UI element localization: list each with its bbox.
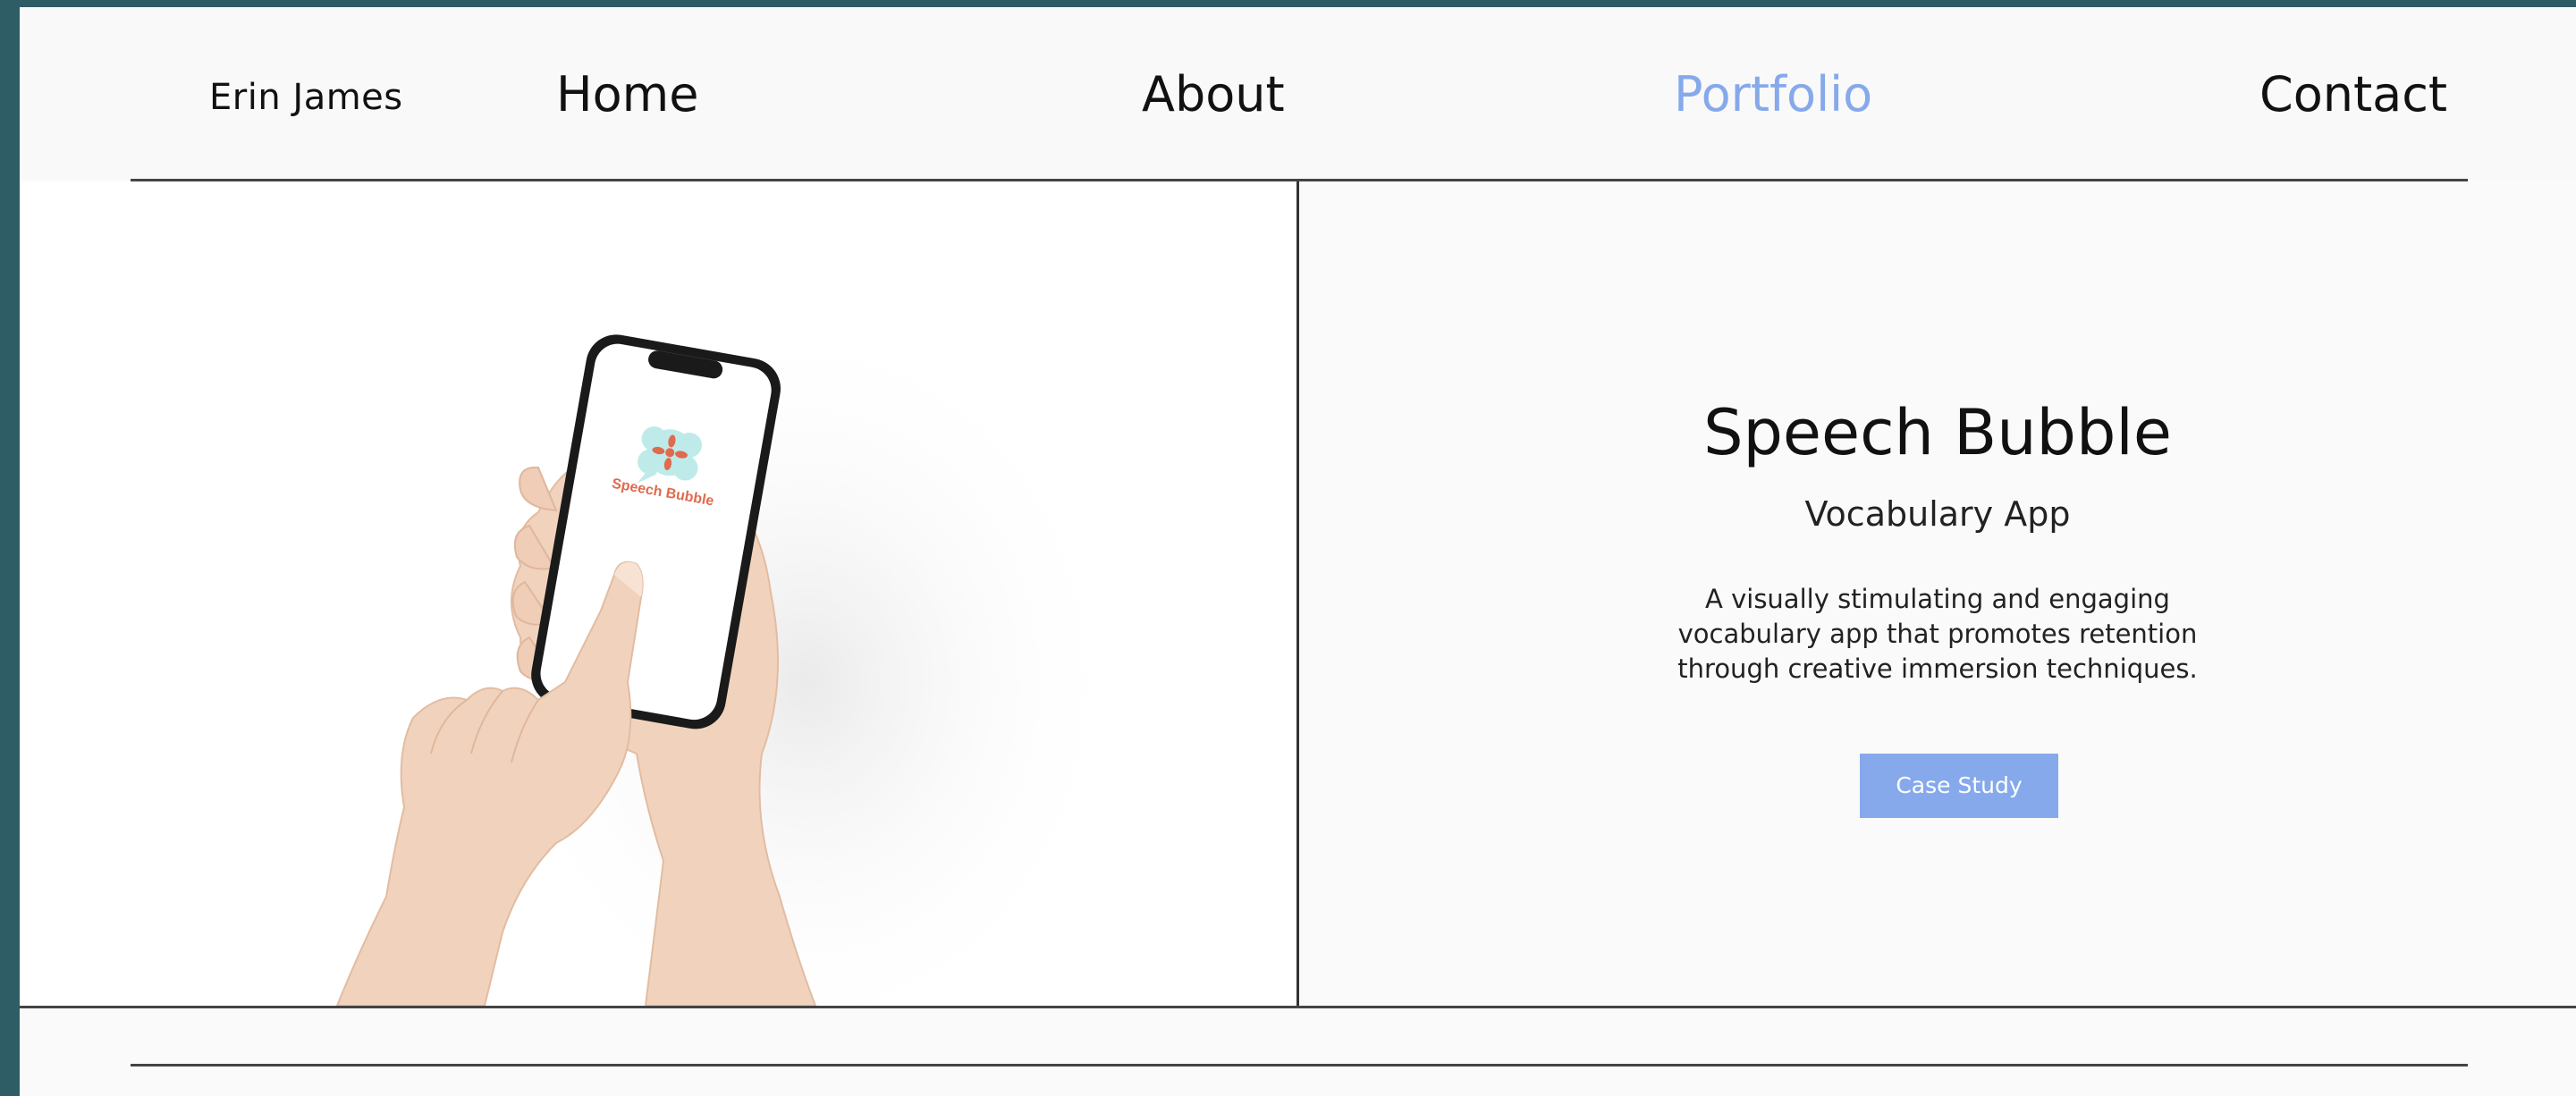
project-section: Speech Bubble Speech Bubble Vocabulary A…	[20, 181, 2576, 1006]
site-brand[interactable]: Erin James	[209, 77, 403, 118]
nav-contact-link[interactable]: Contact	[2259, 66, 2447, 122]
page: Erin James Home About Portfolio Contact	[20, 7, 2576, 1096]
project-description: A visually stimulating and engaging voca…	[1677, 584, 2198, 684]
site-header: Erin James Home About Portfolio Contact	[20, 7, 2576, 179]
footer-divider	[131, 1064, 2468, 1066]
project-subtitle: Vocabulary App	[1804, 494, 2071, 534]
project-info: Speech Bubble Vocabulary App A visually …	[1299, 181, 2576, 1006]
nav-portfolio-link[interactable]: Portfolio	[1674, 66, 1872, 122]
project-title: Speech Bubble	[1703, 396, 2172, 469]
section-bottom-divider	[20, 1006, 2576, 1008]
hands-holding-phone-image: Speech Bubble	[20, 181, 1296, 1006]
project-photo: Speech Bubble	[20, 181, 1296, 1006]
case-study-button[interactable]: Case Study	[1860, 754, 2058, 818]
nav-about-link[interactable]: About	[1142, 66, 1285, 122]
nav-home-link[interactable]: Home	[556, 66, 698, 122]
